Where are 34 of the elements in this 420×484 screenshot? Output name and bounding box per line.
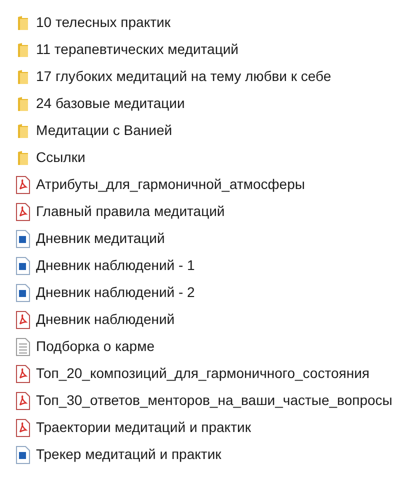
pdf-file-icon [16, 310, 30, 328]
file-name[interactable]: Топ_20_композиций_для_гармоничного_состояния [36, 363, 370, 384]
file-name[interactable]: 17 глубоких медитаций на тему любви к себе [36, 66, 332, 87]
document-icon [16, 446, 30, 464]
document-icon [16, 230, 30, 248]
folder-icon [17, 96, 29, 112]
file-name[interactable]: Трекер медитаций и практик [36, 444, 222, 465]
file-name[interactable]: 10 телесных практик [36, 12, 170, 33]
file-name[interactable]: Дневник наблюдений [36, 309, 175, 330]
folder-icon [17, 68, 29, 84]
folder-icon [17, 150, 29, 166]
pdf-file-icon [16, 364, 30, 382]
pdf-file-icon [16, 392, 30, 410]
file-name[interactable]: Медитации с Ванией [36, 120, 172, 141]
file-name[interactable]: Дневник наблюдений - 2 [36, 282, 195, 303]
document-icon [16, 256, 30, 274]
file-name[interactable]: Дневник наблюдений - 1 [36, 255, 195, 276]
folder-icon [17, 14, 29, 30]
folder-icon [17, 42, 29, 58]
file-name[interactable]: Ссылки [36, 147, 86, 168]
file-name[interactable]: Топ_30_ответов_менторов_на_ваши_частые_вопросы [36, 390, 392, 411]
pdf-file-icon [16, 176, 30, 194]
file-name[interactable]: Главный правила медитаций [36, 201, 225, 222]
folder-icon [17, 122, 29, 138]
text-file-icon [16, 338, 30, 356]
file-name[interactable]: 11 терапевтических медитаций [36, 39, 238, 60]
file-name[interactable]: Атрибуты_для_гармоничной_атмосферы [36, 174, 305, 195]
pdf-file-icon [16, 418, 30, 436]
file-name[interactable]: 24 базовые медитации [36, 93, 185, 114]
document-icon [16, 284, 30, 302]
file-name[interactable]: Подборка о карме [36, 336, 155, 357]
file-name[interactable]: Дневник медитаций [36, 228, 165, 249]
file-name[interactable]: Траектории медитаций и практик [36, 417, 251, 438]
pdf-file-icon [16, 202, 30, 220]
